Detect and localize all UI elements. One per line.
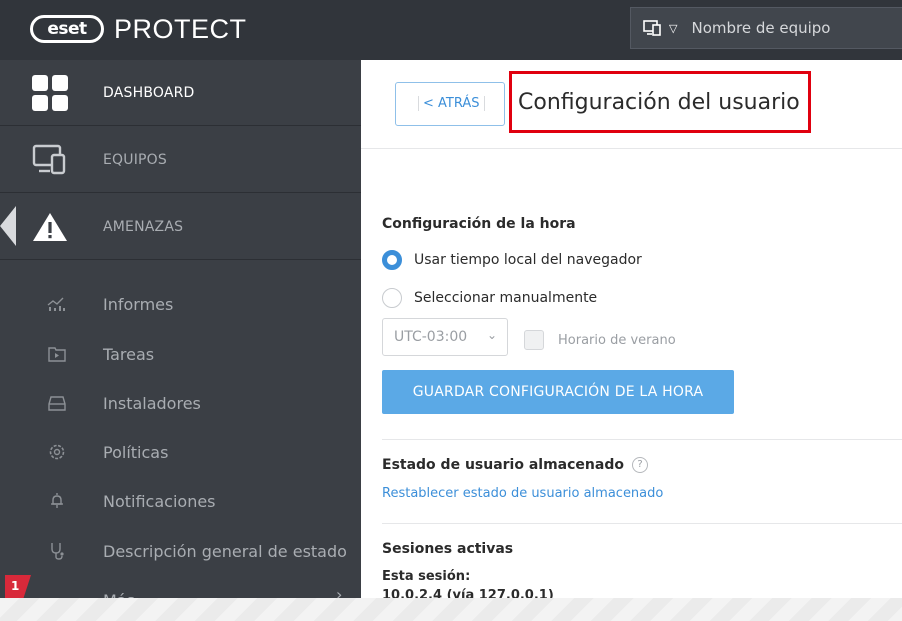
page-title: Configuración del usuario	[518, 90, 800, 115]
timezone-value: UTC-03:00	[394, 329, 468, 345]
save-time-settings-button[interactable]: GUARDAR CONFIGURACIÓN DE LA HORA	[382, 370, 734, 414]
computer-search: ▽	[630, 7, 902, 49]
reports-icon	[46, 293, 68, 315]
sidebar-item-label: Políticas	[103, 442, 169, 462]
back-button-label: < ATRÁS	[418, 96, 485, 111]
sidebar-item-label: AMENAZAS	[103, 218, 184, 235]
sidebar-item-equipos[interactable]: EQUIPOS	[0, 127, 361, 193]
sidebar-item-label: Instaladores	[103, 393, 201, 413]
sidebar-item-tareas[interactable]: Tareas	[0, 334, 361, 374]
timezone-select[interactable]: UTC-03:00 ⌄	[382, 318, 508, 356]
chevron-down-icon: ⌄	[486, 328, 497, 342]
tasks-icon	[46, 343, 68, 365]
notifications-icon	[46, 490, 68, 512]
computers-icon	[30, 140, 70, 180]
sidebar-item-label: DASHBOARD	[103, 84, 195, 101]
sidebar-item-label: Descripción general de estado	[103, 541, 347, 561]
sidebar-item-informes[interactable]: Informes	[0, 284, 361, 324]
radio-manual-time[interactable]: Seleccionar manualmente	[382, 288, 597, 308]
dst-checkbox[interactable]	[524, 330, 544, 350]
sidebar-item-dashboard[interactable]: DASHBOARD	[0, 60, 361, 126]
sidebar: DASHBOARD EQUIPOS AMENAZAS Informes Tare…	[0, 60, 361, 621]
main-content: < ATRÁS Configuración del usuario Config…	[361, 60, 902, 621]
radio-browser-time[interactable]: Usar tiempo local del navegador	[382, 250, 642, 270]
eset-logo: eset	[30, 15, 104, 43]
bottom-fade-overlay	[0, 598, 902, 621]
product-name: PROTECT	[114, 13, 247, 44]
sidebar-item-amenazas[interactable]: AMENAZAS	[0, 194, 361, 260]
sidebar-item-label: Tareas	[103, 344, 155, 364]
policies-icon	[46, 441, 68, 463]
divider	[382, 439, 902, 440]
sidebar-item-estado[interactable]: Descripción general de estado	[0, 531, 361, 571]
radio-label: Usar tiempo local del navegador	[414, 252, 642, 268]
back-button[interactable]: < ATRÁS	[395, 82, 505, 126]
sidebar-item-label: Notificaciones	[103, 491, 216, 511]
dst-label: Horario de verano	[558, 332, 676, 348]
collapse-sidebar-icon[interactable]	[0, 206, 16, 246]
filter-dropdown-icon[interactable]: ▽	[669, 22, 677, 35]
sidebar-item-notificaciones[interactable]: Notificaciones	[0, 481, 361, 521]
time-settings-heading: Configuración de la hora	[382, 216, 576, 232]
reset-stored-state-link[interactable]: Restablecer estado de usuario almacenado	[382, 486, 663, 501]
computer-filter-icon[interactable]	[643, 19, 665, 37]
stored-state-title: Estado de usuario almacenado	[382, 457, 624, 473]
divider	[382, 523, 902, 524]
sidebar-item-label: EQUIPOS	[103, 151, 167, 168]
radio-label: Seleccionar manualmente	[414, 290, 598, 306]
active-sessions-heading: Sesiones activas	[382, 541, 514, 557]
status-overview-icon	[46, 540, 68, 562]
sidebar-item-instaladores[interactable]: Instaladores	[0, 383, 361, 423]
page-header: < ATRÁS Configuración del usuario	[361, 60, 902, 149]
warning-icon	[30, 207, 70, 247]
top-bar: eset PROTECT ▽	[0, 0, 902, 60]
installers-icon	[46, 392, 68, 414]
dashboard-grid-icon	[30, 73, 70, 113]
radio-selected[interactable]	[382, 250, 402, 270]
radio-unselected[interactable]	[382, 288, 402, 308]
sidebar-item-label: Informes	[103, 294, 174, 314]
eset-protect-logo[interactable]: eset PROTECT	[30, 13, 247, 45]
sidebar-item-politicas[interactable]: Políticas	[0, 432, 361, 472]
search-input[interactable]	[691, 19, 892, 37]
this-session-label: Esta sesión:	[382, 569, 471, 584]
help-icon[interactable]: ?	[631, 457, 648, 473]
dst-option[interactable]: Horario de verano	[524, 330, 676, 350]
stored-state-heading: Estado de usuario almacenado?	[382, 457, 648, 473]
